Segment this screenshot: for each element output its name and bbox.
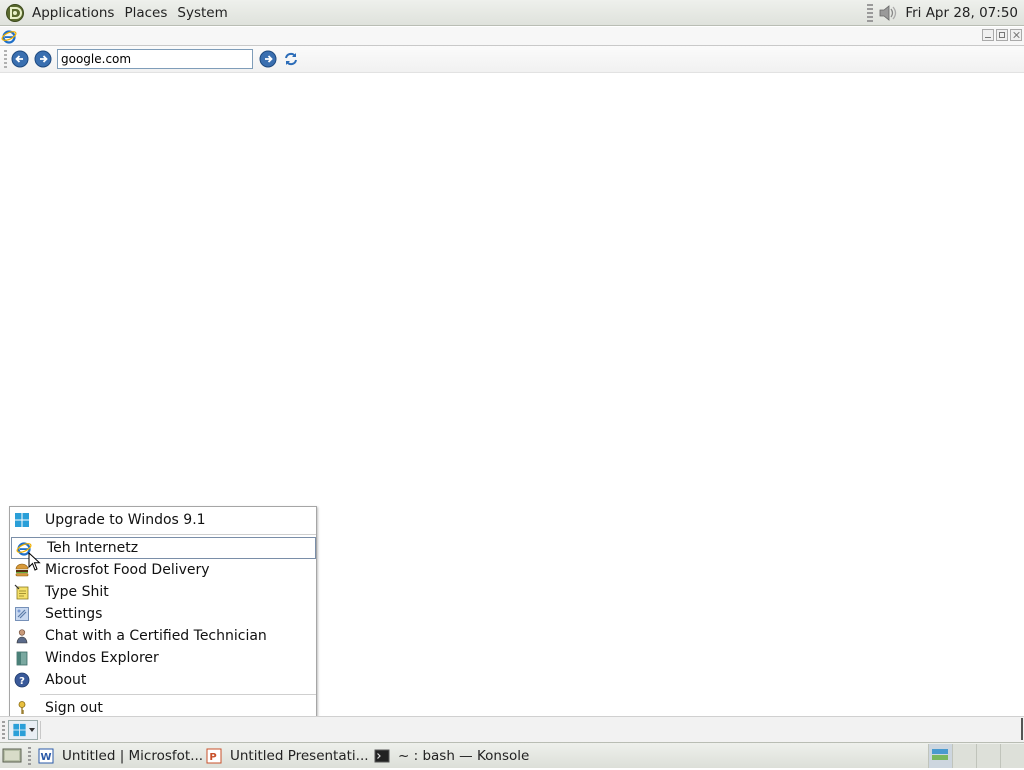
terminal-icon [374,749,390,763]
workspace-1[interactable] [928,744,952,768]
menu-item-about[interactable]: ? About [10,669,316,691]
system-tray: Fri Apr 28, 07:50 [867,0,1024,26]
key-icon [18,701,26,714]
notepad-icon [14,584,29,600]
maximize-button[interactable] [996,29,1008,41]
svg-text:W: W [40,752,51,763]
menu-item-label: Microsfot Food Delivery [45,562,210,578]
menu-item-type[interactable]: Type Shit [10,581,316,603]
task-label: ~ : bash — Konsole [398,748,530,764]
start-panel [0,552,1024,742]
mouse-cursor-icon [28,552,41,571]
word-icon: W [38,748,54,764]
menu-item-upgrade[interactable]: Upgrade to Windos 9.1 [10,509,316,531]
menu-item-label: Chat with a Certified Technician [45,628,267,644]
task-konsole[interactable]: ~ : bash — Konsole [374,745,529,767]
clock[interactable]: Fri Apr 28, 07:50 [905,5,1018,21]
volume-icon[interactable] [877,3,897,23]
refresh-icon[interactable] [282,50,300,68]
task-presentation[interactable]: P Untitled Presentati... [206,745,369,767]
svg-text:?: ? [19,676,25,687]
window-thumbnail-icon [932,749,948,760]
workspace-switcher [928,744,1024,768]
windows-logo-icon [15,513,29,527]
svg-text:P: P [209,752,216,763]
folder-icon [16,651,28,666]
task-word[interactable]: W Untitled | Microsfot... [38,745,203,767]
technician-icon [16,629,28,644]
minimize-button[interactable] [982,29,994,41]
dropdown-arrow-icon [29,728,35,732]
menu-item-label: About [45,672,87,688]
window-controls [982,29,1022,41]
applications-menu[interactable]: Applications [27,5,119,21]
panel-grip[interactable] [867,4,874,22]
start-menu: Upgrade to Windos 9.1 Teh Internetz Micr… [9,506,317,719]
start-button[interactable] [8,720,38,740]
menu-item-label: Settings [45,606,103,622]
task-label: Untitled | Microsfot... [62,748,204,764]
menu-item-chat-technician[interactable]: Chat with a Certified Technician [10,625,316,647]
forward-icon[interactable] [34,50,52,68]
distro-logo-icon[interactable] [5,3,25,23]
system-menu[interactable]: System [172,5,232,21]
menu-item-label: Teh Internetz [47,540,139,556]
menu-item-label: Sign out [45,700,103,716]
task-label: Untitled Presentati... [230,748,369,764]
menu-item-label: Type Shit [45,584,109,600]
toolbar-handle[interactable] [4,50,7,68]
close-button[interactable] [1010,29,1022,41]
taskbar: W Untitled | Microsfot... P Untitled Pre… [0,742,1024,768]
windows-logo-icon [13,723,26,737]
menu-item-food-delivery[interactable]: Microsfot Food Delivery [10,559,316,581]
menu-item-settings[interactable]: Settings [10,603,316,625]
menu-item-explorer[interactable]: Windos Explorer [10,647,316,669]
menu-item-label: Upgrade to Windos 9.1 [45,512,206,528]
menu-separator [40,694,316,695]
menu-item-label: Windos Explorer [45,650,159,666]
menu-item-internet[interactable]: Teh Internetz [11,537,316,559]
show-desktop-icon[interactable] [2,747,22,764]
top-panel: Applications Places System Fri Apr 28, 0… [0,0,1024,26]
powerpoint-icon: P [206,748,222,764]
address-input[interactable] [57,49,253,69]
back-icon[interactable] [11,50,29,68]
panel-separator [40,721,41,739]
workspace-3[interactable] [976,744,1000,768]
panel-edge [1021,718,1023,740]
workspace-4[interactable] [1000,744,1024,768]
internet-explorer-icon[interactable] [1,28,17,44]
places-menu[interactable]: Places [119,5,172,21]
panel-grip[interactable] [2,721,5,739]
go-icon[interactable] [259,50,277,68]
window-titlebar[interactable] [0,27,1024,46]
browser-toolbar [0,46,1024,73]
help-icon: ? [14,672,30,688]
workspace-2[interactable] [952,744,976,768]
menu-separator [40,534,316,535]
panel-grip[interactable] [28,747,31,765]
settings-icon [15,607,29,621]
